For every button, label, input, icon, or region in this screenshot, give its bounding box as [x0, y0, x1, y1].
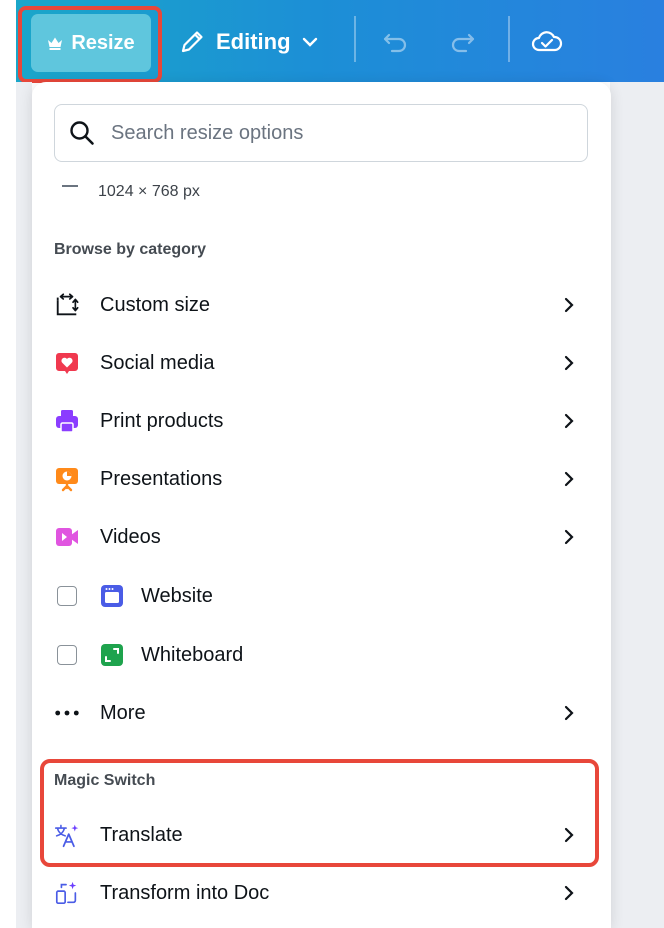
redo-button[interactable] — [448, 20, 478, 64]
printer-icon — [54, 408, 80, 434]
category-label: Custom size — [100, 293, 211, 316]
editing-label: Editing — [216, 29, 291, 54]
current-size-row[interactable]: 1024 × 768 px — [62, 180, 200, 204]
magic-switch-highlight-box — [40, 759, 599, 867]
chevron-right-icon — [564, 705, 574, 721]
more-dots-icon — [54, 700, 80, 726]
current-size-label: 1024 × 768 px — [98, 183, 200, 200]
chevron-down-icon — [302, 37, 317, 47]
toolbar-divider — [508, 16, 510, 62]
chevron-right-icon — [564, 471, 574, 487]
category-label: Print products — [100, 409, 224, 432]
whiteboard-icon — [100, 643, 124, 667]
category-presentations[interactable]: Presentations — [32, 450, 611, 508]
category-print-products[interactable]: Print products — [32, 392, 611, 450]
chevron-right-icon — [564, 355, 574, 371]
category-label: Whiteboard — [141, 643, 244, 666]
category-website[interactable]: Website — [32, 567, 611, 625]
heart-icon — [54, 350, 80, 376]
search-box[interactable] — [54, 104, 588, 162]
cloud-save-button[interactable] — [530, 20, 564, 64]
category-social-media[interactable]: Social media — [32, 334, 611, 392]
undo-icon — [383, 33, 407, 53]
website-checkbox[interactable] — [54, 583, 80, 609]
category-label: Social media — [100, 351, 215, 374]
category-label: Presentations — [100, 467, 223, 490]
category-label: More — [100, 701, 146, 724]
search-input[interactable] — [111, 121, 551, 145]
category-custom-size[interactable]: Custom size — [32, 276, 611, 334]
chevron-right-icon — [564, 529, 574, 545]
category-whiteboard[interactable]: Whiteboard — [32, 626, 611, 684]
search-icon — [70, 121, 94, 145]
chevron-right-icon — [564, 297, 574, 313]
category-more[interactable]: More — [32, 684, 611, 742]
redo-icon — [451, 33, 475, 53]
resize-highlight-box — [18, 6, 162, 83]
website-icon — [100, 584, 124, 608]
transform-doc-icon — [54, 880, 80, 906]
magic-transform-doc[interactable]: Transform into Doc — [32, 864, 611, 922]
video-icon — [54, 524, 80, 550]
whiteboard-checkbox[interactable] — [54, 642, 80, 668]
category-label: Videos — [100, 525, 161, 548]
magic-item-label: Transform into Doc — [100, 881, 270, 904]
category-videos[interactable]: Videos — [32, 508, 611, 566]
dash-icon — [62, 185, 78, 187]
editing-menu-button[interactable]: Editing — [178, 20, 319, 64]
category-label: Website — [141, 584, 213, 607]
cloud-check-icon — [531, 31, 563, 52]
canvas-background-left — [16, 82, 32, 928]
browse-section-title: Browse by category — [54, 241, 207, 258]
toolbar-divider — [354, 16, 356, 62]
canvas-background — [610, 82, 664, 928]
chevron-right-icon — [564, 885, 574, 901]
undo-button[interactable] — [380, 20, 410, 64]
custom-size-icon — [54, 292, 80, 318]
presentation-icon — [54, 466, 80, 492]
chevron-right-icon — [564, 413, 574, 429]
pencil-icon — [181, 31, 203, 53]
